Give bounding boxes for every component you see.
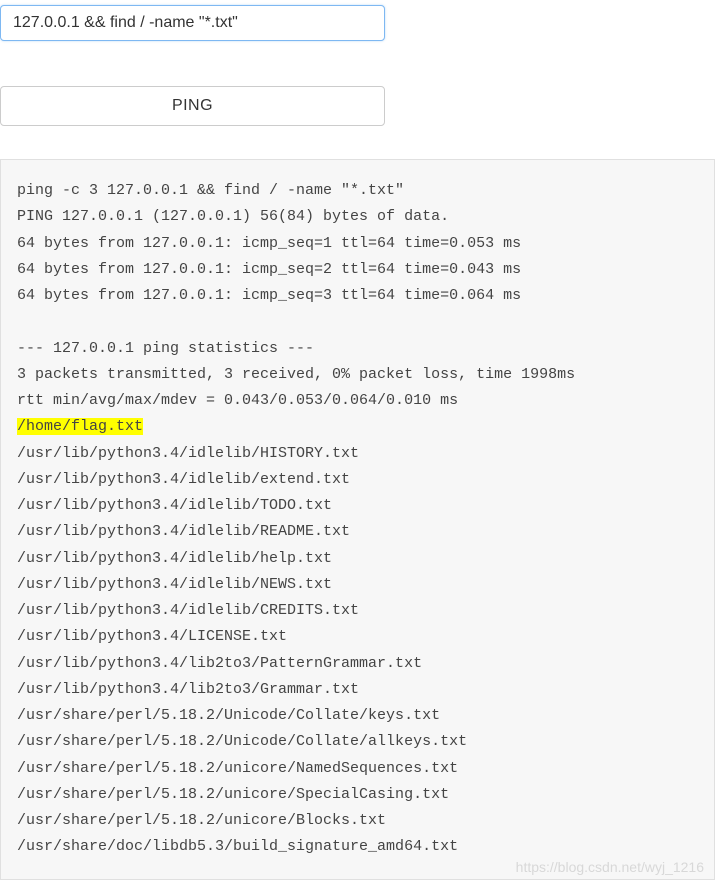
highlighted-flag-path: /home/flag.txt <box>17 418 143 435</box>
output-text: ping -c 3 127.0.0.1 && find / -name "*.t… <box>17 178 698 861</box>
ping-button[interactable]: PING <box>0 86 385 126</box>
output-pre: ping -c 3 127.0.0.1 && find / -name "*.t… <box>17 182 575 409</box>
input-container <box>0 0 727 41</box>
button-container: PING <box>0 41 727 141</box>
output-container: ping -c 3 127.0.0.1 && find / -name "*.t… <box>0 159 715 880</box>
command-input[interactable] <box>0 5 385 41</box>
output-post: /usr/lib/python3.4/idlelib/HISTORY.txt /… <box>17 445 467 856</box>
watermark-text: https://blog.csdn.net/wyj_1216 <box>516 859 704 875</box>
